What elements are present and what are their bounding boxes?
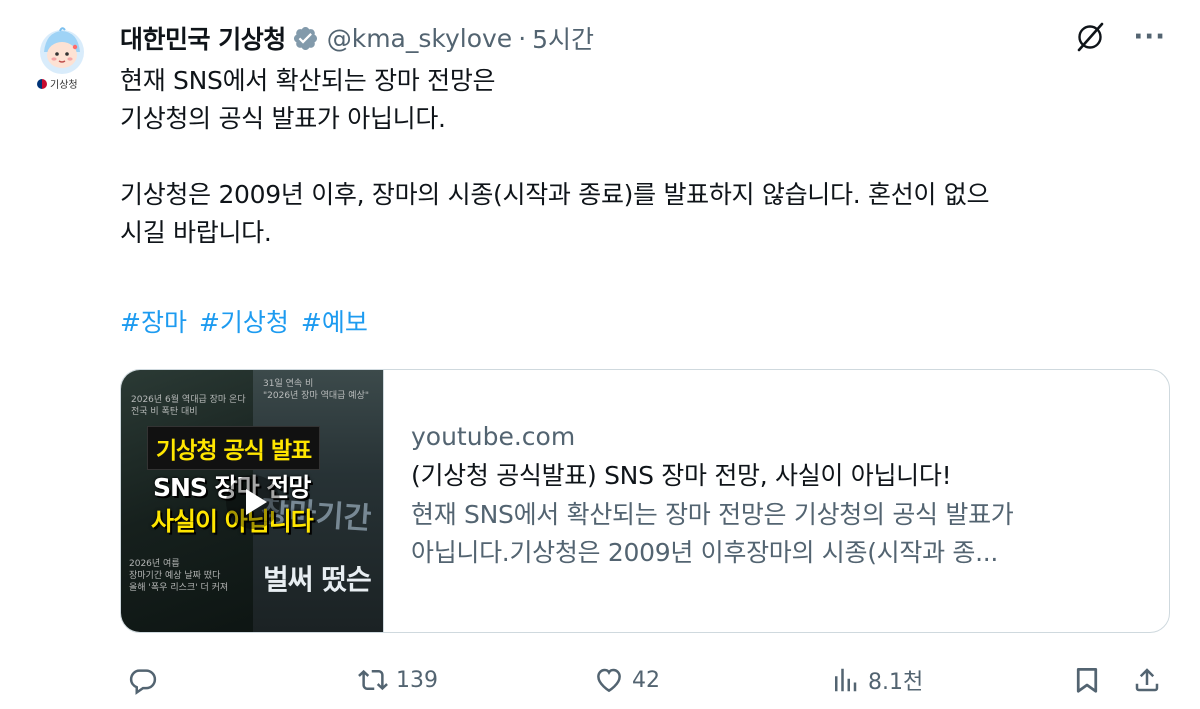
reply-icon xyxy=(129,669,157,695)
tweet-line: 기상청은 2009년 이후, 장마의 시종(시작과 종료)를 발표하지 않습니다… xyxy=(120,180,990,209)
card-body: youtube.com (기상청 공식발표) SNS 장마 전망, 사실이 아닙… xyxy=(384,370,1169,632)
like-count: 42 xyxy=(632,667,660,693)
retweet-count: 139 xyxy=(396,667,438,693)
reply-button[interactable] xyxy=(128,658,166,702)
card-description: 현재 SNS에서 확산되는 장마 전망은 기상청의 공식 발표가 xyxy=(411,500,1014,529)
hashtag-link[interactable]: #예보 xyxy=(301,303,368,339)
card-title: (기상청 공식발표) SNS 장마 전망, 사실이 아닙니다! xyxy=(411,461,952,490)
tweet-line: 시길 바랍니다. xyxy=(120,218,272,247)
like-button[interactable]: 42 xyxy=(594,658,660,702)
video-thumbnail[interactable]: 2026년 6월 역대급 장마 온다 전국 비 폭탄 대비 31일 연속 비 "… xyxy=(121,370,384,632)
share-button[interactable] xyxy=(1132,658,1162,702)
thumbnail-caption: 31일 연속 비 "2026년 장마 역대급 예상" xyxy=(263,379,370,401)
views-button[interactable]: 8.1천 xyxy=(830,658,923,702)
retweet-icon xyxy=(358,669,388,691)
link-preview-card[interactable]: 2026년 6월 역대급 장마 온다 전국 비 폭탄 대비 31일 연속 비 "… xyxy=(120,369,1170,633)
card-description: 아닙니다.기상청은 2009년 이후장마의 시종(시작과 종... xyxy=(411,538,999,567)
hashtags: #장마 #기상청 #예보 xyxy=(120,303,368,339)
grok-icon[interactable] xyxy=(1073,20,1107,54)
separator: · xyxy=(518,23,527,53)
hashtag-link[interactable]: #기상청 xyxy=(199,303,289,339)
more-options-icon[interactable]: ··· xyxy=(1133,24,1166,50)
verified-badge-icon[interactable] xyxy=(292,25,319,52)
display-name[interactable]: 대한민국 기상청 xyxy=(120,20,286,56)
taegeuk-icon xyxy=(37,78,47,89)
handle[interactable]: @kma_skylove xyxy=(327,24,512,53)
timestamp[interactable]: 5시간 xyxy=(532,20,594,56)
thumbnail-side-text: 벌써 떴슨 xyxy=(263,563,372,596)
view-count: 8.1천 xyxy=(868,670,924,695)
tweet-text: 현재 SNS에서 확산되는 장마 전망은 기상청의 공식 발표가 아닙니다. 기… xyxy=(120,62,1180,252)
play-icon[interactable] xyxy=(225,474,281,530)
share-icon xyxy=(1135,668,1159,692)
thumbnail-caption: 2026년 여름 장마기간 예상 날짜 떴다 올해 '폭우 리스크' 더 커져 xyxy=(129,559,229,593)
avatar-label: 기상청 xyxy=(37,76,78,91)
avatar-tag-text: 기상청 xyxy=(50,80,78,91)
hashtag-link[interactable]: #장마 xyxy=(120,303,187,339)
tweet-line: 기상청의 공식 발표가 아닙니다. xyxy=(120,104,446,133)
action-bar: 139 42 8.1천 xyxy=(120,658,1180,702)
heart-icon xyxy=(597,668,621,693)
tweet-header: 대한민국 기상청 @kma_skylove · 5시간 xyxy=(120,18,594,58)
bookmark-icon xyxy=(1076,668,1098,693)
card-domain: youtube.com xyxy=(411,422,576,451)
bookmark-button[interactable] xyxy=(1072,658,1102,702)
thumbnail-badge: 기상청 공식 발표 xyxy=(147,426,321,470)
views-chart-icon xyxy=(835,668,857,692)
tweet-line: 현재 SNS에서 확산되는 장마 전망은 xyxy=(120,66,496,95)
thumbnail-caption: 2026년 6월 역대급 장마 온다 전국 비 폭탄 대비 xyxy=(131,395,246,417)
top-actions: ··· xyxy=(1073,20,1166,54)
retweet-button[interactable]: 139 xyxy=(358,658,438,702)
